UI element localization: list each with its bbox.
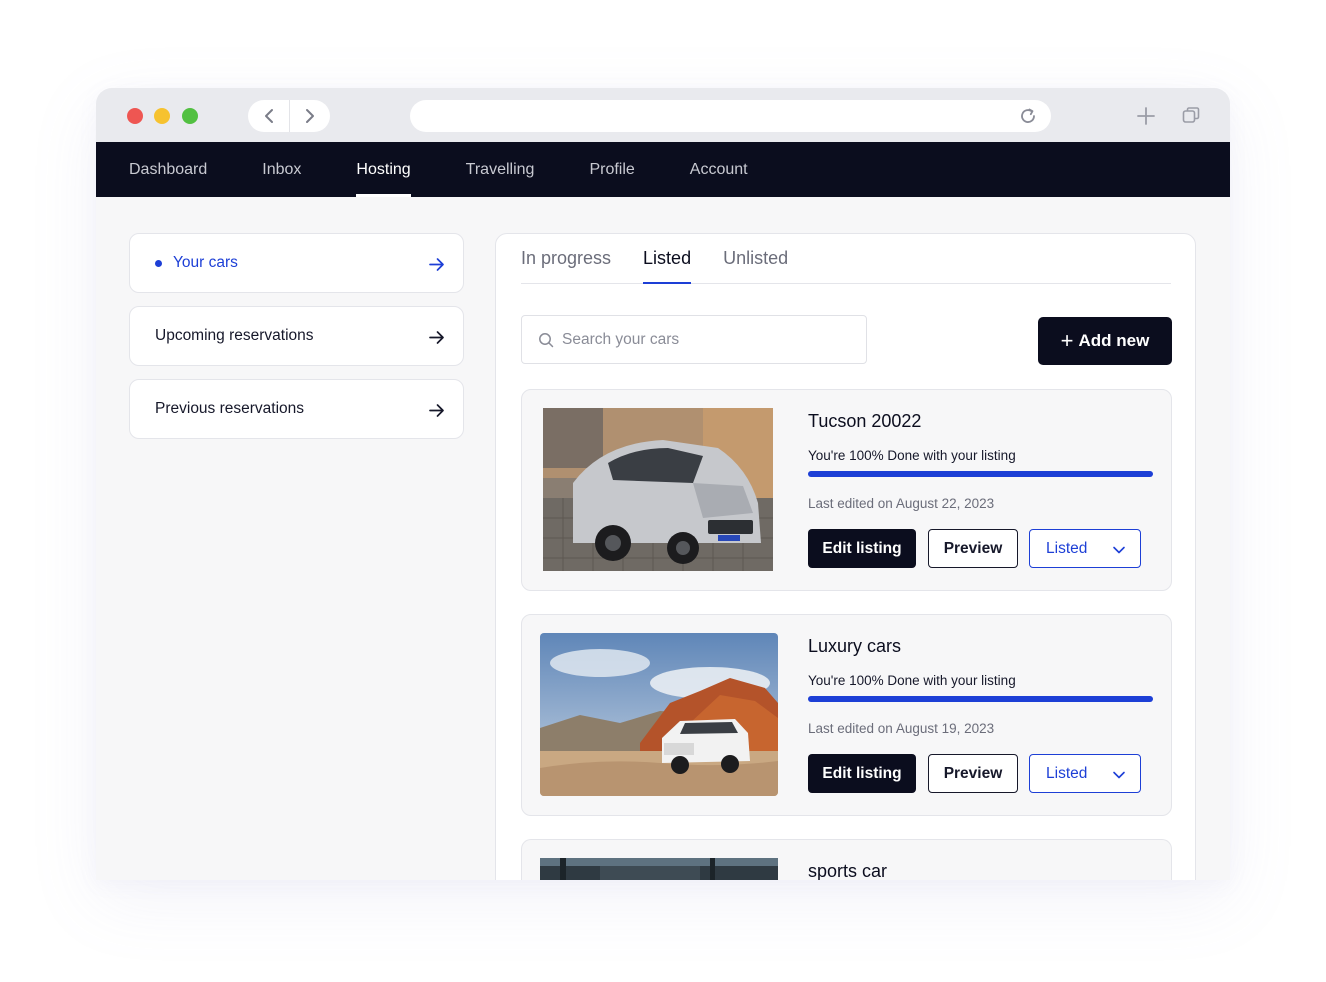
status-label: Listed [1046,764,1088,782]
car-photo [543,408,773,571]
browser-window: Dashboard Inbox Hosting Travelling Profi… [96,88,1230,880]
car-listing-card: Tucson 20022 You're 100% Done with your … [521,389,1172,591]
tabs-overview-icon[interactable] [1182,106,1200,124]
status-label: Listed [1046,539,1088,557]
top-navigation: Dashboard Inbox Hosting Travelling Profi… [96,142,1230,197]
last-edited-text: Last edited on August 19, 2023 [808,721,995,736]
arrow-right-icon [429,404,444,417]
history-nav [248,100,330,132]
tab-listed[interactable]: Listed [643,233,692,284]
sidebar-item-upcoming-reservations[interactable]: Upcoming reservations [129,306,464,366]
edit-listing-button[interactable]: Edit listing [808,529,916,568]
nav-item-inbox[interactable]: Inbox [262,142,301,197]
completion-text: You're 100% Done with your listing [808,448,1016,463]
listings-panel: In progress Listed Unlisted + Add new [495,233,1196,880]
car-title: sports car [808,861,888,880]
close-window-button[interactable] [127,108,143,124]
arrow-right-icon [429,258,444,271]
completion-progress-bar [808,471,1153,477]
search-box [521,315,867,364]
completion-progress-bar [808,696,1153,702]
maximize-window-button[interactable] [182,108,198,124]
add-new-label: Add new [1078,331,1150,350]
nav-item-hosting[interactable]: Hosting [356,142,411,197]
chevron-left-icon [264,109,273,123]
preview-button[interactable]: Preview [928,754,1018,793]
listing-tabs: In progress Listed Unlisted [521,234,1171,284]
nav-item-account[interactable]: Account [690,142,748,197]
edit-listing-button[interactable]: Edit listing [808,754,916,793]
sidebar-item-previous-reservations[interactable]: Previous reservations [129,379,464,439]
completion-text: You're 100% Done with your listing [808,673,1016,688]
sidebar-item-your-cars[interactable]: Your cars [129,233,464,293]
reload-icon[interactable] [1019,107,1037,125]
active-indicator-dot [155,259,162,267]
preview-button[interactable]: Preview [928,529,1018,568]
sidebar-item-label: Previous reservations [155,400,305,417]
new-tab-icon[interactable] [1136,106,1156,126]
listing-status-dropdown[interactable]: Listed [1029,754,1141,793]
minimize-window-button[interactable] [154,108,170,124]
nav-item-profile[interactable]: Profile [589,142,634,197]
browser-chrome [96,88,1230,142]
sidebar-item-label: Upcoming reservations [155,327,314,344]
search-icon [539,332,554,347]
tab-in-progress[interactable]: In progress [521,233,611,283]
plus-icon: + [1060,328,1074,353]
back-button[interactable] [248,100,289,132]
car-photo [540,633,778,796]
car-listing-card: sports car [521,839,1172,880]
listing-status-dropdown[interactable]: Listed [1029,529,1141,568]
progress-fill [808,471,1153,477]
tab-unlisted[interactable]: Unlisted [723,233,788,283]
last-edited-text: Last edited on August 22, 2023 [808,496,995,511]
chevron-right-icon [306,109,314,123]
chevron-down-icon [1113,771,1125,779]
car-listing-card: Luxury cars You're 100% Done with your l… [521,614,1172,816]
progress-fill [808,696,1153,702]
add-new-button[interactable]: + Add new [1038,317,1172,365]
nav-item-travelling[interactable]: Travelling [466,142,535,197]
sidebar-item-label: Your cars [173,254,238,271]
search-input[interactable] [562,330,842,349]
car-photo [540,858,778,880]
arrow-right-icon [429,331,444,344]
forward-button[interactable] [289,100,330,132]
address-bar[interactable] [410,100,1051,132]
car-title: Tucson 20022 [808,411,922,431]
chevron-down-icon [1113,546,1125,554]
nav-item-dashboard[interactable]: Dashboard [129,142,207,197]
car-title: Luxury cars [808,636,902,656]
